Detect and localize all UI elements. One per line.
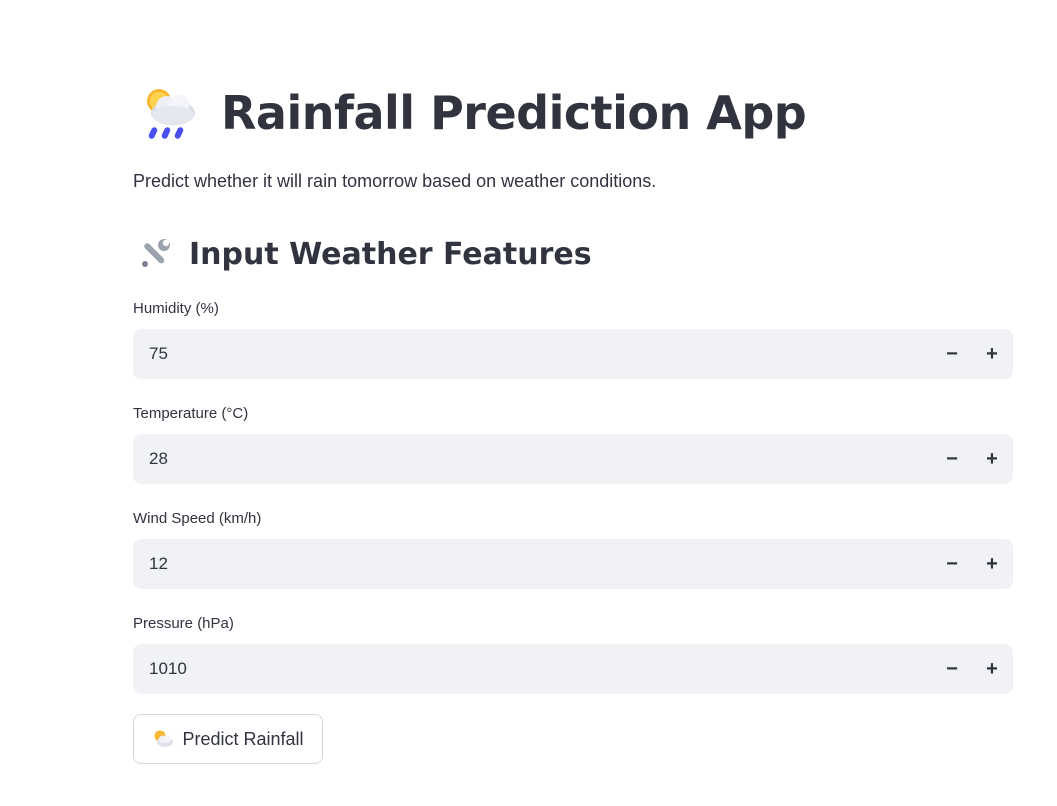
wind-speed-increment-button[interactable]: +	[972, 539, 1012, 589]
wind-speed-input[interactable]: 12	[133, 539, 932, 589]
section-header: Input Weather Features	[133, 232, 592, 276]
temperature-increment-button[interactable]: +	[972, 434, 1012, 484]
wrench-icon	[142, 239, 170, 267]
wind-speed-number-input: 12 − +	[133, 539, 1013, 589]
humidity-field: Humidity (%) 75 − +	[133, 298, 1013, 379]
pressure-increment-button[interactable]: +	[972, 644, 1012, 694]
humidity-decrement-button[interactable]: −	[932, 329, 972, 379]
humidity-number-input: 75 − +	[133, 329, 1013, 379]
sun-behind-cloud-icon	[154, 730, 174, 747]
temperature-label: Temperature (°C)	[133, 405, 249, 422]
temperature-number-input: 28 − +	[133, 434, 1013, 484]
pressure-field: Pressure (hPa) 1010 − +	[133, 613, 1013, 694]
wind-speed-label: Wind Speed (km/h)	[133, 510, 262, 527]
temperature-field: Temperature (°C) 28 − +	[133, 403, 1013, 484]
temperature-decrement-button[interactable]: −	[932, 434, 972, 484]
pressure-label: Pressure (hPa)	[133, 615, 234, 632]
humidity-label: Humidity (%)	[133, 300, 219, 317]
pressure-decrement-button[interactable]: −	[932, 644, 972, 694]
predict-rainfall-button[interactable]: Predict Rainfall	[133, 714, 323, 764]
humidity-increment-button[interactable]: +	[972, 329, 1012, 379]
pressure-number-input: 1010 − +	[133, 644, 1013, 694]
predict-button-label: Predict Rainfall	[182, 728, 304, 749]
page-subtitle: Predict whether it will rain tomorrow ba…	[133, 171, 657, 191]
temperature-input[interactable]: 28	[133, 434, 932, 484]
section-title: Input Weather Features	[189, 236, 592, 272]
humidity-input[interactable]: 75	[133, 329, 932, 379]
wind-speed-decrement-button[interactable]: −	[932, 539, 972, 589]
page-title: Rainfall Prediction App	[221, 86, 807, 140]
pressure-input[interactable]: 1010	[133, 644, 932, 694]
wind-speed-field: Wind Speed (km/h) 12 − +	[133, 508, 1013, 589]
cloud-sun-rain-icon	[147, 89, 195, 139]
page-title-row: Rainfall Prediction App	[133, 78, 807, 148]
